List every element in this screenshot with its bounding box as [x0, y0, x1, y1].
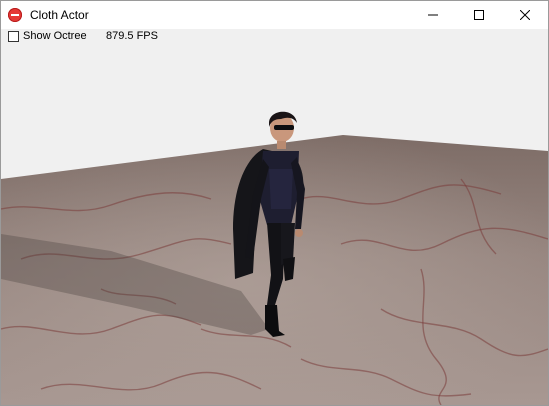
scene-render — [1, 111, 548, 405]
close-button[interactable] — [502, 1, 548, 29]
show-octree-toggle[interactable]: Show Octree — [8, 30, 87, 42]
fps-counter: 879.5 FPS — [106, 30, 158, 42]
show-octree-label: Show Octree — [23, 30, 87, 42]
close-icon — [520, 10, 530, 20]
app-window: Cloth Actor Show Octree 879.5 FPS — [0, 0, 549, 406]
window-controls — [410, 1, 548, 29]
stop-sign-icon — [8, 8, 22, 22]
minimize-button[interactable] — [410, 1, 456, 29]
3d-viewport[interactable]: Show Octree 879.5 FPS — [1, 29, 548, 405]
show-octree-checkbox[interactable] — [8, 30, 19, 42]
title-bar[interactable]: Cloth Actor — [1, 1, 548, 29]
window-title: Cloth Actor — [30, 8, 89, 22]
maximize-button[interactable] — [456, 1, 502, 29]
minimize-icon — [428, 14, 438, 16]
maximize-icon — [474, 10, 484, 20]
